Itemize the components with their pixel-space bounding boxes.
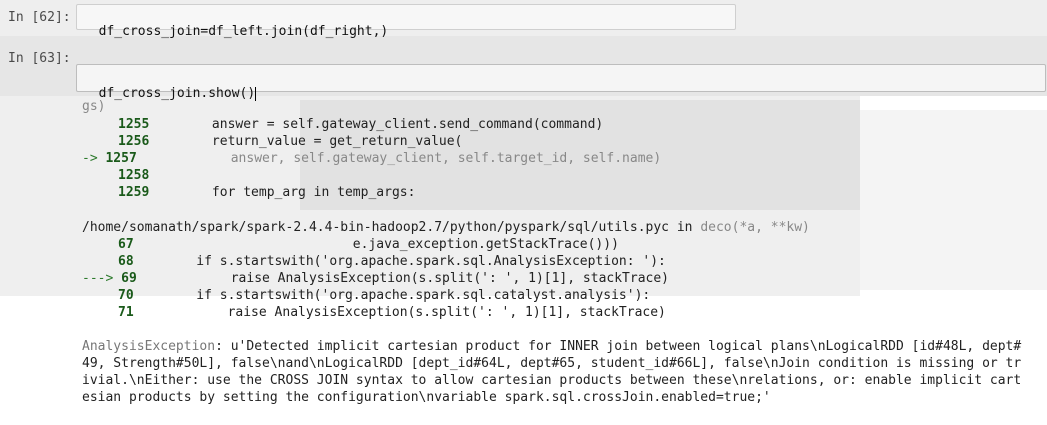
traceback-line-68: 68 if s.startswith('org.apache.spark.sql… bbox=[118, 254, 666, 269]
traceback-line-1257: -> 1257 answer, self.gateway_client, sel… bbox=[82, 151, 662, 166]
traceback-line-1259: 1259 for temp_arg in temp_args: bbox=[118, 185, 416, 200]
traceback-line-1258: 1258 bbox=[118, 168, 150, 183]
traceback-line-70: 70 if s.startswith('org.apache.spark.sql… bbox=[118, 288, 651, 303]
cell-62-code: df_cross_join=df_left.join(df_right,) bbox=[98, 24, 389, 39]
code-cell-62[interactable]: df_cross_join=df_left.join(df_right,) bbox=[76, 4, 736, 39]
error-message-line-1: AnalysisException: u'Detected implicit c… bbox=[82, 339, 1022, 354]
traceback-wrap-line: gs) bbox=[82, 99, 106, 114]
code-cell-63[interactable]: df_cross_join.show() bbox=[76, 64, 1046, 101]
traceback-file-header: /home/somanath/spark/spark-2.4.4-bin-had… bbox=[82, 220, 810, 235]
error-message-line-2: 49, Strength#50L], false\nand\nLogicalRD… bbox=[82, 356, 1022, 371]
error-message-line-3: ivial.\nEither: use the CROSS JOIN synta… bbox=[82, 373, 1022, 388]
cell-prompt-63: In [63]: bbox=[8, 51, 71, 66]
error-message-line-4: esian products by setting the configurat… bbox=[82, 390, 771, 405]
error-type: AnalysisException bbox=[82, 339, 216, 354]
traceback-line-67: 67 e.java_exception.getStackTrace())) bbox=[118, 237, 619, 252]
traceback-line-1256: 1256 return_value = get_return_value( bbox=[118, 134, 463, 149]
cell-prompt-62: In [62]: bbox=[8, 10, 71, 25]
traceback-line-1255: 1255 answer = self.gateway_client.send_c… bbox=[118, 117, 604, 132]
cell-63-output: gs) 1255 answer = self.gateway_client.se… bbox=[76, 90, 1047, 420]
traceback-line-71: 71 raise AnalysisException(s.split(': ',… bbox=[118, 305, 666, 320]
traceback-line-69: ---> 69 raise AnalysisException(s.split(… bbox=[82, 271, 670, 286]
